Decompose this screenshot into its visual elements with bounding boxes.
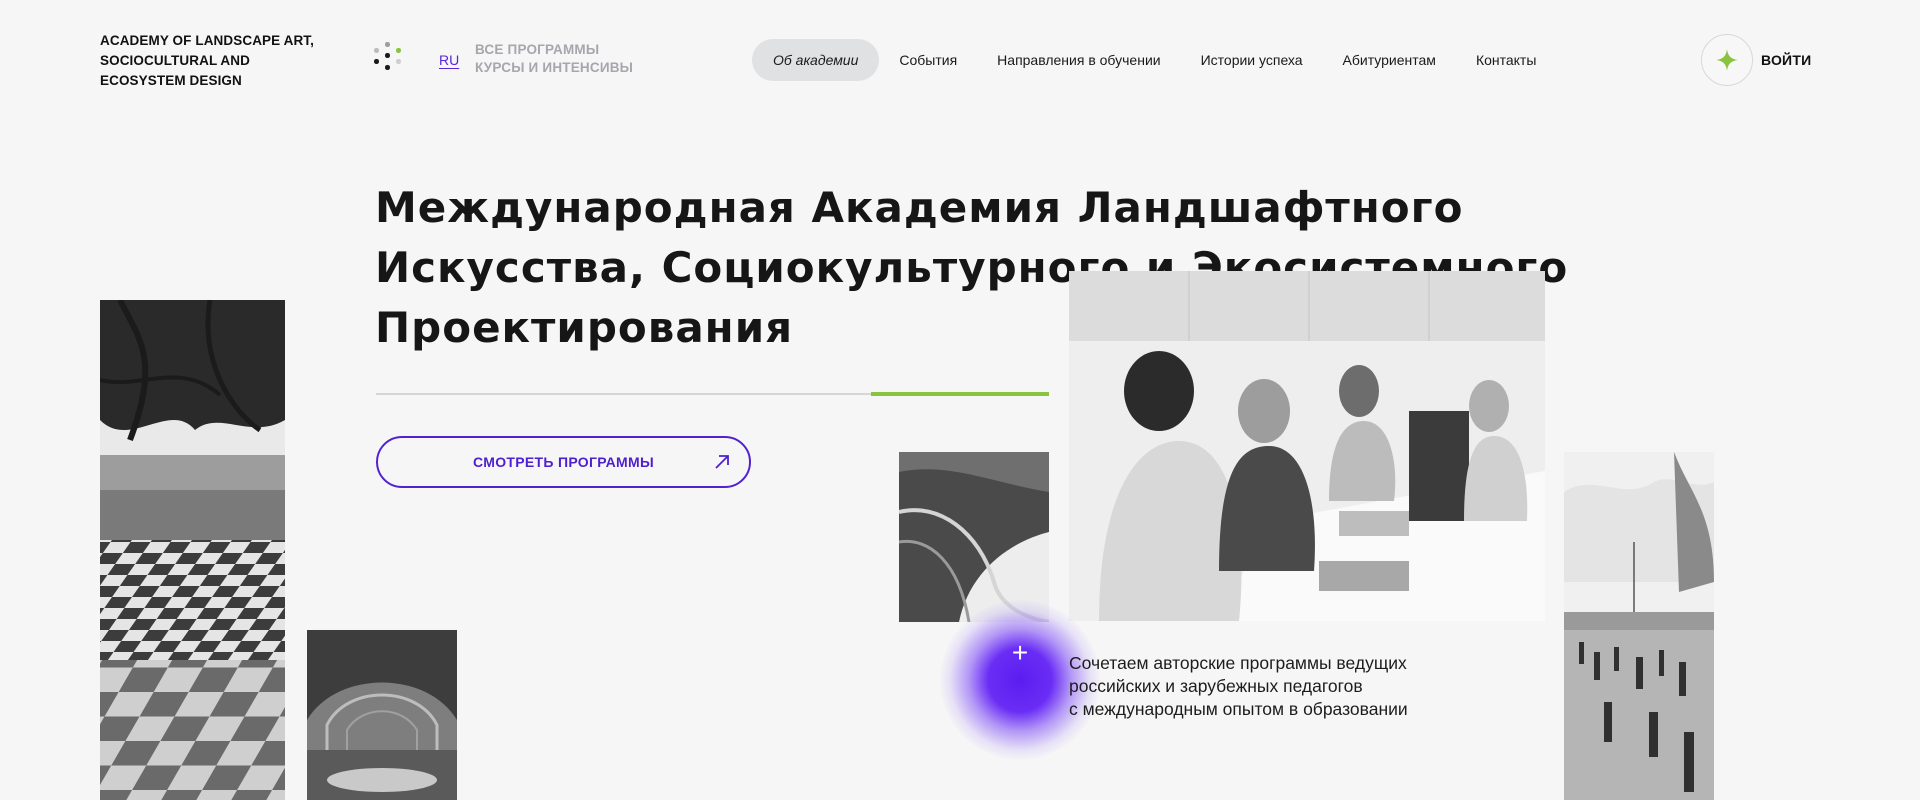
view-programs-label: СМОТРЕТЬ ПРОГРАММЫ <box>473 454 654 470</box>
logo-dots-icon[interactable] <box>374 42 402 72</box>
photo-garden-arch <box>307 630 457 800</box>
photo-checkered-park <box>100 300 285 800</box>
programs-line: ВСЕ ПРОГРАММЫ <box>475 42 600 57</box>
progress-track <box>376 393 871 395</box>
brand-line: ECOSYSTEM DESIGN <box>100 73 242 88</box>
photo-lakeside-park <box>1564 452 1714 800</box>
description-line: с международным опытом в образовании <box>1069 699 1408 719</box>
nav-item-applicants[interactable]: Абитуриентам <box>1323 39 1456 81</box>
photo-curved-architecture <box>899 452 1049 622</box>
nav-item-success-stories[interactable]: Истории успеха <box>1181 39 1323 81</box>
progress-indicator <box>871 392 1049 396</box>
description-line: российских и зарубежных педагогов <box>1069 676 1363 696</box>
hero-description: Сочетаем авторские программы ведущих рос… <box>1069 652 1408 721</box>
brand-line: ACADEMY OF LANDSCAPE ART, <box>100 33 315 48</box>
nav-item-events[interactable]: События <box>879 39 977 81</box>
nav-item-directions[interactable]: Направления в обучении <box>977 39 1180 81</box>
login-label[interactable]: ВОЙТИ <box>1761 52 1811 68</box>
title-line: Международная Академия Ландшафтного <box>375 183 1464 232</box>
view-programs-button[interactable]: СМОТРЕТЬ ПРОГРАММЫ <box>376 436 751 488</box>
photo-students-office <box>1069 271 1545 621</box>
arrow-up-right-icon <box>715 455 729 469</box>
main-nav: Об академии События Направления в обучен… <box>752 39 1556 81</box>
brand-line: SOCIOCULTURAL AND <box>100 53 250 68</box>
plus-icon[interactable]: + <box>990 628 1050 678</box>
brand-name[interactable]: ACADEMY OF LANDSCAPE ART, SOCIOCULTURAL … <box>100 31 315 91</box>
login-button[interactable]: ВОЙТИ <box>1701 34 1811 86</box>
nav-item-about[interactable]: Об академии <box>752 39 880 81</box>
programs-line: КУРСЫ И ИНТЕНСИВЫ <box>475 60 634 75</box>
description-line: Сочетаем авторские программы ведущих <box>1069 653 1407 673</box>
sparkle-star-icon[interactable] <box>1701 34 1753 86</box>
nav-item-contacts[interactable]: Контакты <box>1456 39 1556 81</box>
all-programs-link[interactable]: ВСЕ ПРОГРАММЫ КУРСЫ И ИНТЕНСИВЫ <box>475 41 633 77</box>
language-switch[interactable]: RU <box>439 52 459 68</box>
